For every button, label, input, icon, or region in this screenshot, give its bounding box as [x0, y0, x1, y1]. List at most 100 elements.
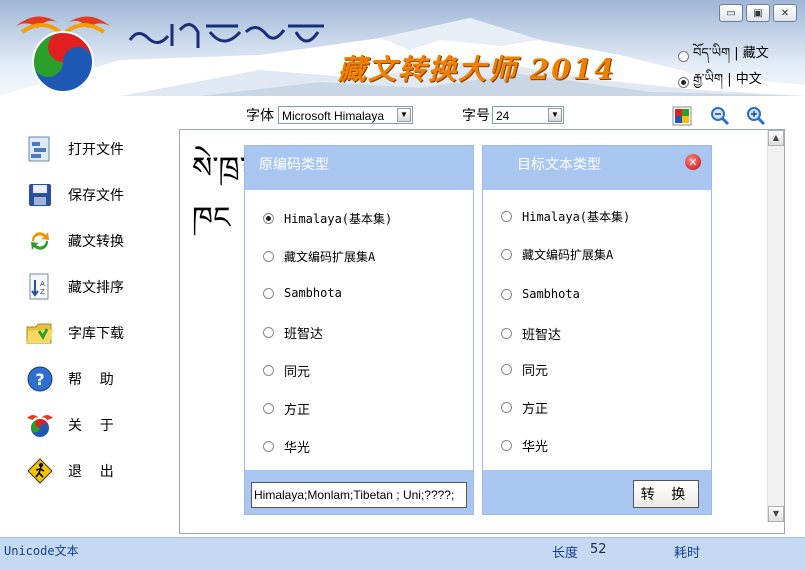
source-option-extension-a[interactable]: 藏文编码扩展集A — [263, 248, 375, 265]
folder-download-icon — [24, 317, 56, 349]
sidebar-item-exit[interactable]: 退 出 — [24, 454, 114, 488]
status-encoding: Unicode文本 — [4, 544, 79, 558]
sidebar-item-label: 关 于 — [68, 418, 114, 434]
help-icon: ? — [24, 363, 56, 395]
target-option-tongyuan[interactable]: 同元 — [501, 360, 548, 379]
lang-label-chinese: རྒྱ་ཡིག | 中文 — [693, 72, 762, 87]
radio[interactable] — [263, 327, 274, 338]
size-select-value: 24 — [496, 109, 510, 123]
option-label: 华光 — [284, 441, 311, 456]
target-option-sambhota[interactable]: Sambhota — [501, 287, 580, 301]
source-option-huaguang[interactable]: 华光 — [263, 437, 310, 456]
close-button[interactable]: ✕ — [773, 4, 797, 22]
sidebar-item-label: 帮 助 — [68, 372, 114, 388]
radio[interactable] — [263, 365, 274, 376]
color-palette-icon[interactable] — [672, 106, 692, 126]
option-label: 班智达 — [522, 328, 562, 343]
radio[interactable] — [263, 287, 274, 299]
sidebar-item-label: 藏文排序 — [68, 280, 124, 296]
option-label: 藏文编码扩展集A — [522, 248, 614, 262]
chevron-down-icon[interactable]: ▼ — [548, 108, 562, 122]
status-length-label: 长度 — [552, 546, 579, 561]
radio[interactable] — [263, 213, 274, 224]
radio[interactable] — [501, 402, 512, 413]
lang-radio-chinese[interactable] — [678, 77, 689, 88]
sidebar-item-about[interactable]: 关 于 — [24, 408, 114, 442]
target-option-extension-a[interactable]: 藏文编码扩展集A — [501, 246, 613, 263]
convert-icon — [24, 225, 56, 257]
sidebar-item-sort[interactable]: AZ 藏文排序 — [24, 270, 124, 304]
sidebar-item-help[interactable]: ? 帮 助 — [24, 362, 114, 396]
radio[interactable] — [263, 251, 274, 262]
exit-icon — [24, 455, 56, 487]
option-label: 方正 — [284, 403, 311, 418]
scroll-down-icon[interactable]: ▼ — [768, 506, 784, 522]
option-label: Himalaya(基本集) — [284, 212, 393, 226]
font-select-value: Microsoft Himalaya — [282, 109, 385, 123]
zoom-out-icon[interactable] — [710, 106, 730, 126]
option-label: 华光 — [522, 440, 549, 455]
convert-button[interactable]: 转 换 — [633, 480, 699, 508]
panel-header: 目标文本类型 ✕ — [483, 146, 711, 190]
source-option-sambhota[interactable]: Sambhota — [263, 286, 342, 300]
sidebar-item-label: 退 出 — [68, 464, 114, 480]
restore-button[interactable]: ▣ — [746, 4, 770, 22]
option-label: 藏文编码扩展集A — [284, 250, 376, 264]
about-icon — [24, 409, 56, 441]
scroll-up-icon[interactable]: ▲ — [768, 130, 784, 146]
radio[interactable] — [263, 441, 274, 452]
vertical-scrollbar[interactable]: ▲ ▼ — [767, 130, 784, 522]
radio[interactable] — [501, 328, 512, 339]
app-title: 藏文转换大师 2014 — [338, 53, 616, 86]
option-label: Sambhota — [522, 287, 580, 301]
source-encoding-panel: 原编码类型 Himalaya(基本集) 藏文编码扩展集A Sambhota 班智… — [244, 145, 474, 515]
minimize-button[interactable]: ▭ — [719, 4, 743, 22]
sidebar-item-save-file[interactable]: 保存文件 — [24, 178, 124, 212]
radio[interactable] — [263, 403, 274, 414]
option-label: Himalaya(基本集) — [522, 210, 631, 224]
sidebar-item-label: 字库下载 — [68, 326, 124, 342]
sidebar-item-label: 打开文件 — [68, 142, 124, 158]
size-select[interactable]: 24 ▼ — [492, 106, 564, 124]
source-option-himalaya[interactable]: Himalaya(基本集) — [263, 210, 392, 227]
source-option-banzhida[interactable]: 班智达 — [263, 323, 323, 342]
source-panel-title: 原编码类型 — [259, 157, 329, 173]
option-label: 班智达 — [284, 327, 324, 342]
target-option-huaguang[interactable]: 华光 — [501, 436, 548, 455]
option-label: 同元 — [284, 365, 311, 380]
sidebar-item-open-file[interactable]: 打开文件 — [24, 132, 124, 166]
option-label: Sambhota — [284, 286, 342, 300]
sort-icon: AZ — [24, 271, 56, 303]
font-label: 字体 — [246, 108, 274, 124]
target-option-banzhida[interactable]: 班智达 — [501, 324, 561, 343]
chevron-down-icon[interactable]: ▼ — [397, 108, 411, 122]
target-option-himalaya[interactable]: Himalaya(基本集) — [501, 208, 630, 225]
lang-option-chinese[interactable]: རྒྱ་ཡིག | 中文 — [678, 64, 762, 96]
lang-radio-tibetan[interactable] — [678, 51, 689, 62]
editor-line-2: ཁང — [192, 201, 231, 236]
size-label: 字号 — [462, 108, 490, 124]
svg-text:A: A — [40, 280, 45, 288]
app-logo-icon — [16, 16, 110, 93]
option-label: 方正 — [522, 402, 549, 417]
radio[interactable] — [501, 288, 512, 300]
zoom-in-icon[interactable] — [746, 106, 766, 126]
source-option-tongyuan[interactable]: 同元 — [263, 361, 310, 380]
radio[interactable] — [501, 249, 512, 260]
window-controls: ▭ ▣ ✕ — [719, 4, 797, 22]
svg-text:?: ? — [35, 370, 44, 389]
font-select[interactable]: Microsoft Himalaya ▼ — [278, 106, 413, 124]
font-list-input[interactable]: Himalaya;Monlam;Tibetan ; Uni;????; — [251, 482, 467, 508]
target-option-fangzheng[interactable]: 方正 — [501, 398, 548, 417]
source-option-fangzheng[interactable]: 方正 — [263, 399, 310, 418]
sidebar-item-label: 保存文件 — [68, 188, 124, 204]
close-icon[interactable]: ✕ — [685, 154, 701, 170]
save-icon — [24, 179, 56, 211]
radio[interactable] — [501, 211, 512, 222]
sidebar-item-font-download[interactable]: 字库下载 — [24, 316, 124, 350]
panel-header: 原编码类型 — [245, 146, 473, 190]
radio[interactable] — [501, 364, 512, 375]
radio[interactable] — [501, 440, 512, 451]
status-time-label: 耗时 — [674, 546, 701, 561]
sidebar-item-convert[interactable]: 藏文转换 — [24, 224, 124, 258]
